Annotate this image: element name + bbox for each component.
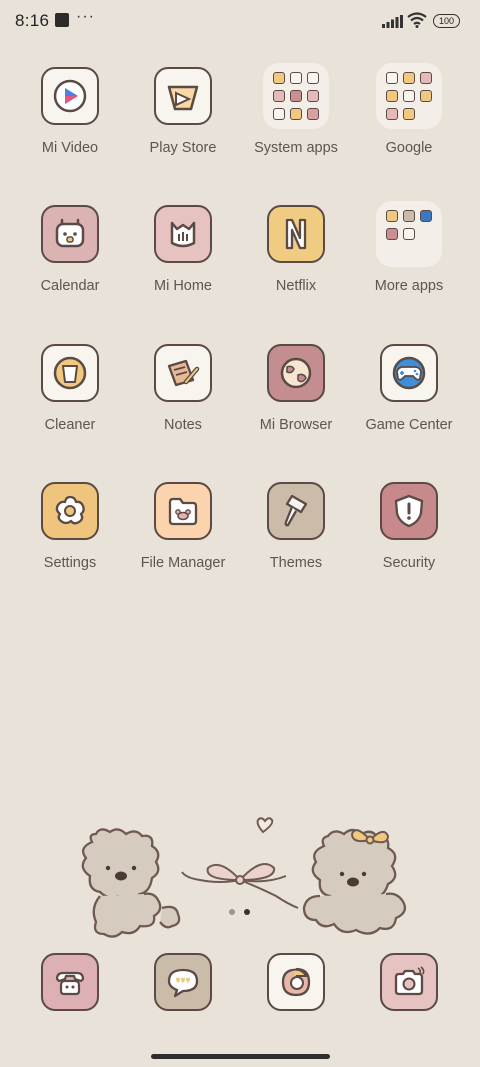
app-notes[interactable]: Notes bbox=[127, 344, 239, 433]
gamepad-icon bbox=[380, 344, 438, 402]
trash-icon bbox=[41, 344, 99, 402]
folder-label: Google bbox=[385, 140, 433, 156]
clock: 8:16 bbox=[15, 11, 50, 30]
app-mi-home[interactable]: Mi Home bbox=[127, 205, 239, 294]
folder-google[interactable]: Google bbox=[353, 63, 465, 156]
folder-icon bbox=[263, 63, 329, 129]
wallpaper-dogs-illustration bbox=[81, 817, 407, 938]
app-themes[interactable]: Themes bbox=[240, 482, 352, 571]
gesture-home-bar[interactable] bbox=[151, 1054, 330, 1059]
folder-system-apps[interactable]: System apps bbox=[240, 63, 352, 156]
notes-icon bbox=[154, 344, 212, 402]
dock-app-chrome[interactable] bbox=[240, 953, 352, 1011]
dock-app-phone[interactable] bbox=[14, 953, 126, 1011]
app-label: Settings bbox=[43, 555, 97, 571]
app-security[interactable]: Security bbox=[353, 482, 465, 571]
camera-icon bbox=[380, 953, 438, 1011]
app-label: Game Center bbox=[365, 417, 453, 433]
folder-label: More apps bbox=[374, 278, 444, 294]
file-folder-icon bbox=[154, 482, 212, 540]
app-label: Play Store bbox=[149, 140, 217, 156]
app-calendar[interactable]: Calendar bbox=[14, 205, 126, 294]
app-label: Mi Home bbox=[153, 278, 212, 294]
brush-icon bbox=[267, 482, 325, 540]
app-mi-video[interactable]: Mi Video bbox=[14, 67, 126, 156]
app-settings[interactable]: Settings bbox=[14, 482, 126, 571]
globe-icon bbox=[267, 344, 325, 402]
message-icon bbox=[154, 953, 212, 1011]
app-netflix[interactable]: Netflix bbox=[240, 205, 352, 294]
notification-icon bbox=[55, 13, 69, 27]
dock-app-messages[interactable] bbox=[127, 953, 239, 1011]
calendar-icon bbox=[41, 205, 99, 263]
signal-icon bbox=[382, 15, 403, 28]
page-indicator-dot-active[interactable] bbox=[244, 909, 250, 915]
home-icon bbox=[154, 205, 212, 263]
chrome-icon bbox=[267, 953, 325, 1011]
phone-icon bbox=[41, 953, 99, 1011]
play-icon bbox=[41, 67, 99, 125]
status-bar: 8:16 ··· 100 bbox=[0, 0, 480, 44]
folder-icon bbox=[376, 63, 442, 129]
app-label: Mi Browser bbox=[259, 417, 333, 433]
app-game-center[interactable]: Game Center bbox=[353, 344, 465, 433]
app-file-manager[interactable]: File Manager bbox=[127, 482, 239, 571]
app-mi-browser[interactable]: Mi Browser bbox=[240, 344, 352, 433]
app-label: Calendar bbox=[40, 278, 100, 294]
app-label: Security bbox=[382, 555, 436, 571]
app-label: Cleaner bbox=[44, 417, 96, 433]
folder-label: System apps bbox=[254, 140, 338, 156]
dock-app-camera[interactable] bbox=[353, 953, 465, 1011]
gear-icon bbox=[41, 482, 99, 540]
app-cleaner[interactable]: Cleaner bbox=[14, 344, 126, 433]
folder-more-apps[interactable]: More apps bbox=[353, 201, 465, 294]
netflix-icon bbox=[267, 205, 325, 263]
shield-icon bbox=[380, 482, 438, 540]
app-label: Netflix bbox=[275, 278, 317, 294]
app-label: Notes bbox=[164, 417, 202, 433]
more-notifications-icon: ··· bbox=[76, 8, 95, 25]
app-play-store[interactable]: Play Store bbox=[127, 67, 239, 156]
wifi-icon bbox=[407, 12, 427, 28]
app-label: Themes bbox=[269, 555, 323, 571]
play-store-icon bbox=[154, 67, 212, 125]
app-label: Mi Video bbox=[41, 140, 99, 156]
app-label: File Manager bbox=[140, 555, 226, 571]
battery-indicator: 100 bbox=[433, 14, 460, 28]
folder-icon bbox=[376, 201, 442, 267]
page-indicator-dot[interactable] bbox=[229, 909, 235, 915]
